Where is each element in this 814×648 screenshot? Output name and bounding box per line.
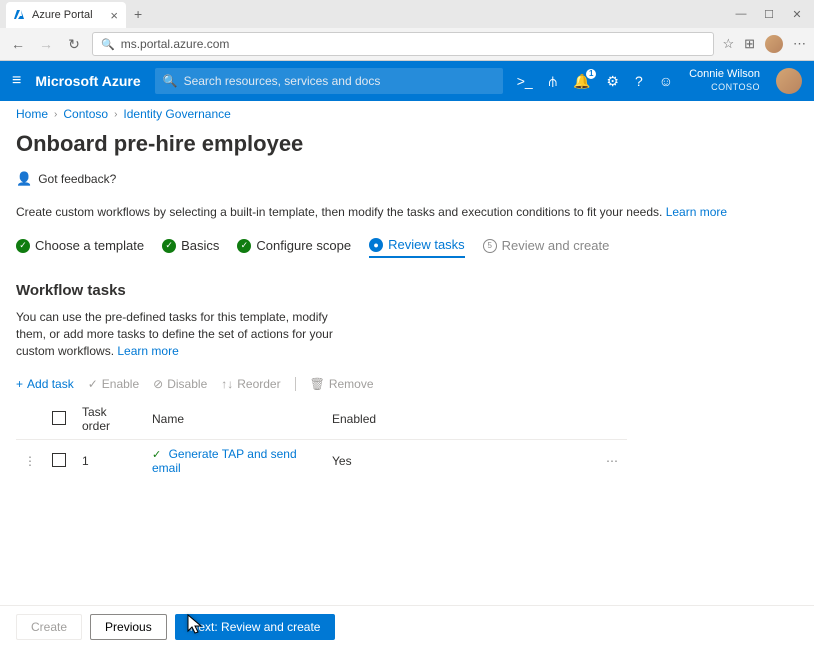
close-tab-icon[interactable]: × [110, 8, 118, 23]
row-checkbox[interactable] [52, 453, 66, 467]
reorder-icon: ↑↓ [221, 377, 233, 391]
notif-badge: 1 [586, 69, 596, 79]
feedback-icon[interactable]: ☺ [659, 73, 673, 89]
crumb-contoso[interactable]: Contoso [63, 107, 108, 121]
create-button: Create [16, 614, 82, 640]
address-row: ← → ↻ 🔍 ms.portal.azure.com ☆ ⊞ ⋯ [0, 28, 814, 60]
page-description: Create custom workflows by selecting a b… [16, 205, 798, 219]
status-ok-icon: ✓ [152, 449, 161, 461]
refresh-button[interactable]: ↻ [64, 36, 84, 53]
browser-chrome: Azure Portal × + — ☐ ✕ ← → ↻ 🔍 ms.portal… [0, 0, 814, 61]
minimize-button[interactable]: — [734, 8, 748, 21]
search-icon: 🔍 [163, 74, 178, 88]
browser-menu-icon[interactable]: ⋯ [793, 36, 806, 52]
add-task-button[interactable]: + Add task [16, 377, 74, 391]
check-icon: ✓ [16, 239, 30, 253]
crumb-home[interactable]: Home [16, 107, 48, 121]
brand-label[interactable]: Microsoft Azure [35, 73, 140, 89]
azure-top-bar: ≡ Microsoft Azure 🔍 Search resources, se… [0, 61, 814, 101]
tasks-table: Task order Name Enabled ⋮ 1 ✓ Generate T… [16, 399, 627, 482]
feedback-link[interactable]: 👤 Got feedback? [16, 171, 798, 187]
browser-tab[interactable]: Azure Portal × [6, 2, 126, 28]
directory-filter-icon[interactable]: ⫛ [549, 73, 557, 90]
check-icon: ✓ [237, 239, 251, 253]
new-tab-button[interactable]: + [126, 6, 150, 22]
enable-button: ✓ Enable [88, 377, 139, 391]
back-button[interactable]: ← [8, 36, 28, 52]
remove-button: 🗑 Remove [310, 377, 374, 391]
hamburger-menu[interactable]: ≡ [12, 72, 21, 90]
task-order: 1 [74, 440, 144, 483]
user-org: CONTOSO [689, 81, 760, 94]
help-icon[interactable]: ? [635, 73, 643, 89]
user-block[interactable]: Connie Wilson CONTOSO [689, 68, 760, 94]
reorder-button: ↑↓ Reorder [221, 377, 280, 391]
col-header-name[interactable]: Name [144, 399, 324, 440]
notifications-icon[interactable]: 🔔1 [573, 73, 590, 90]
feedback-label: Got feedback? [38, 172, 116, 186]
task-name-link[interactable]: Generate TAP and send email [152, 447, 297, 475]
page-content: Onboard pre-hire employee 👤 Got feedback… [0, 127, 814, 486]
previous-button[interactable]: Previous [90, 614, 167, 640]
col-header-enabled[interactable]: Enabled [324, 399, 597, 440]
plus-icon: + [16, 377, 23, 391]
extensions-icon[interactable]: ⊞ [744, 36, 755, 52]
page-title: Onboard pre-hire employee [16, 131, 798, 157]
pending-step-icon: 5 [483, 239, 497, 253]
wizard-footer: Create Previous Next: Review and create [0, 605, 814, 648]
table-row[interactable]: ⋮ 1 ✓ Generate TAP and send email Yes ⋯ [16, 440, 627, 483]
url-text: ms.portal.azure.com [121, 37, 230, 51]
chevron-right-icon: › [54, 109, 57, 120]
address-bar[interactable]: 🔍 ms.portal.azure.com [92, 32, 714, 56]
toolbar-separator [295, 377, 296, 391]
step-review-tasks[interactable]: ● Review tasks [369, 237, 465, 258]
user-name: Connie Wilson [689, 68, 760, 81]
global-search[interactable]: 🔍 Search resources, services and docs [155, 68, 503, 94]
search-placeholder: Search resources, services and docs [184, 74, 381, 88]
drag-handle-icon[interactable]: ⋮ [24, 454, 36, 468]
tab-title: Azure Portal [32, 9, 93, 21]
learn-more-link[interactable]: Learn more [117, 344, 178, 358]
section-description: You can use the pre-defined tasks for th… [16, 309, 356, 359]
disable-button: ⊘ Disable [153, 377, 207, 391]
section-title: Workflow tasks [16, 282, 798, 299]
top-bar-actions: >_ ⫛ 🔔1 ⚙ ? ☺ Connie Wilson CONTOSO [517, 68, 802, 94]
search-icon: 🔍 [101, 38, 115, 51]
maximize-button[interactable]: ☐ [762, 8, 776, 21]
forward-button[interactable]: → [36, 36, 56, 52]
azure-favicon [14, 9, 26, 21]
check-icon: ✓ [162, 239, 176, 253]
step-review-create: 5 Review and create [483, 237, 610, 258]
select-all-checkbox[interactable] [52, 411, 66, 425]
favorite-icon[interactable]: ☆ [722, 36, 734, 52]
check-icon: ✓ [88, 377, 98, 391]
wizard-steps: ✓ Choose a template ✓ Basics ✓ Configure… [16, 237, 798, 258]
breadcrumb: Home › Contoso › Identity Governance [0, 101, 814, 127]
task-enabled: Yes [324, 440, 597, 483]
next-button[interactable]: Next: Review and create [175, 614, 336, 640]
disable-icon: ⊘ [153, 377, 163, 391]
cloud-shell-icon[interactable]: >_ [517, 73, 533, 89]
window-controls: — ☐ ✕ [734, 8, 814, 21]
step-basics[interactable]: ✓ Basics [162, 237, 219, 258]
browser-profile-avatar[interactable] [765, 35, 783, 53]
current-step-icon: ● [369, 238, 383, 252]
settings-icon[interactable]: ⚙ [606, 73, 619, 90]
crumb-identity-governance[interactable]: Identity Governance [123, 107, 230, 121]
step-choose-template[interactable]: ✓ Choose a template [16, 237, 144, 258]
learn-more-link[interactable]: Learn more [666, 205, 727, 219]
step-configure-scope[interactable]: ✓ Configure scope [237, 237, 351, 258]
row-menu-icon[interactable]: ⋯ [606, 454, 619, 468]
user-avatar[interactable] [776, 68, 802, 94]
col-header-order[interactable]: Task order [74, 399, 144, 440]
trash-icon: 🗑 [310, 377, 325, 391]
tab-row: Azure Portal × + — ☐ ✕ [0, 0, 814, 28]
chevron-right-icon: › [114, 109, 117, 120]
browser-actions: ☆ ⊞ ⋯ [722, 35, 806, 53]
feedback-icon: 👤 [16, 171, 32, 187]
task-toolbar: + Add task ✓ Enable ⊘ Disable ↑↓ Reorder… [16, 377, 798, 391]
close-window-button[interactable]: ✕ [790, 8, 804, 21]
